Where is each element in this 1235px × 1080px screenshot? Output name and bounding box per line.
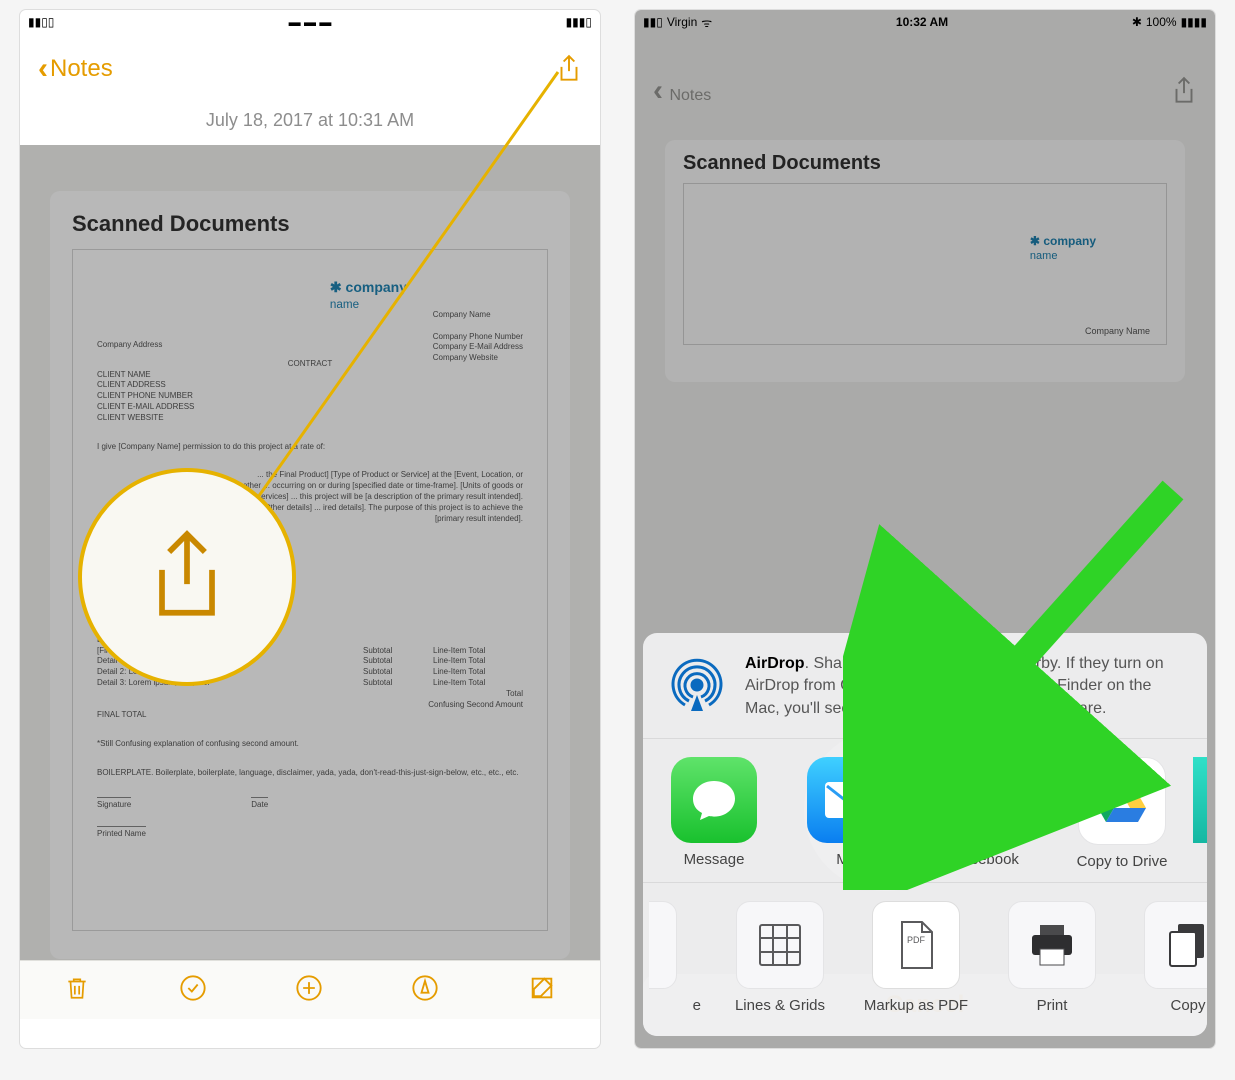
- share-action-partial[interactable]: e: [649, 901, 709, 1014]
- share-action-markup-pdf[interactable]: PDF Markup as PDF: [851, 901, 981, 1014]
- share-icon-callout: [78, 468, 296, 686]
- share-app-label: Message: [649, 851, 779, 868]
- share-app-message[interactable]: Message: [649, 757, 779, 870]
- share-action-lines-grids[interactable]: Lines & Grids: [715, 901, 845, 1014]
- share-action-label: Print: [987, 997, 1117, 1014]
- grid-icon: [736, 901, 824, 989]
- right-phone: ▮▮▯ Virgin ᯤ 10:32 AM ✱ 100% ▮▮▮▮ ‹ Note…: [635, 10, 1215, 1048]
- markup-pen-icon[interactable]: [411, 974, 439, 1007]
- action-icon: [649, 901, 677, 989]
- share-action-label: Lines & Grids: [715, 997, 845, 1014]
- pdf-document-icon: PDF: [872, 901, 960, 989]
- checklist-icon[interactable]: [179, 974, 207, 1007]
- tutorial-composite: ▮▮▯▯ ▬ ▬ ▬ ▮▮▮▯ ‹ Notes July 18, 2017 at…: [0, 0, 1235, 1080]
- left-phone: ▮▮▯▯ ▬ ▬ ▬ ▮▮▮▯ ‹ Notes July 18, 2017 at…: [20, 10, 600, 1048]
- copy-icon: [1144, 901, 1207, 989]
- compose-icon[interactable]: [528, 974, 556, 1007]
- leader-line: [20, 10, 600, 910]
- trash-icon[interactable]: [64, 974, 90, 1007]
- airdrop-icon: [665, 653, 729, 722]
- new-add-icon[interactable]: [295, 974, 323, 1007]
- printer-icon: [1008, 901, 1096, 989]
- message-icon: [671, 757, 757, 843]
- share-action-label: Copy: [1123, 997, 1207, 1014]
- instruction-arrow: [843, 470, 1203, 890]
- share-actions-row[interactable]: e Lines & Grids PDF Markup as PDF: [643, 883, 1207, 1036]
- share-action-print[interactable]: Print: [987, 901, 1117, 1014]
- share-sheet-wrap: AirDrop. Share instantly with people nea…: [635, 962, 1215, 1048]
- share-action-copy[interactable]: Copy: [1123, 901, 1207, 1014]
- bottom-toolbar: [20, 960, 600, 1019]
- share-action-label: Markup as PDF: [851, 997, 981, 1014]
- share-action-label: e: [649, 997, 709, 1014]
- svg-text:PDF: PDF: [907, 935, 926, 945]
